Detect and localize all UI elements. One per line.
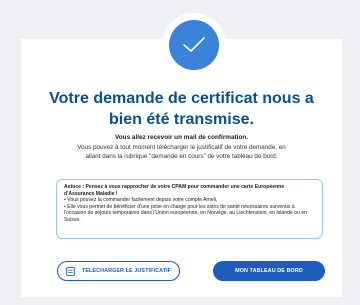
success-badge (169, 20, 219, 70)
tip-title: Astuce : Pensez à vous rapprocher de vot… (64, 184, 285, 197)
description-line-2: allant dans la rubrique "demande en cour… (85, 153, 278, 160)
check-icon (183, 37, 205, 52)
confirmation-subtitle: Vous allez recevoir un mail de confirmat… (114, 134, 249, 141)
download-receipt-label: TELECHARGER LE JUSTIFICATIF (81, 268, 172, 274)
title-line-2: bien été transmise. (109, 111, 254, 128)
page-title: Votre demande de certificat nous a bien … (21, 88, 342, 130)
dashboard-button[interactable]: MON TABLEAU DE BORD (213, 261, 325, 281)
title-line-1: Votre demande de certificat nous a (49, 90, 314, 107)
download-receipt-button[interactable]: TELECHARGER LE JUSTIFICATIF (57, 261, 180, 281)
description-line-1: Vous pouvez à tout moment télécharger le… (77, 144, 286, 151)
confirmation-card (21, 39, 342, 297)
dashboard-label: MON TABLEAU DE BORD (235, 268, 303, 274)
tip-bullet-2: • Elle vous permet de bénéficier d'une p… (64, 203, 307, 223)
tip-box: Astuce : Pensez à vous rapprocher de vot… (56, 179, 323, 239)
confirmation-description: Vous pouvez à tout moment télécharger le… (48, 143, 315, 161)
tip-bullet-1: • Vous pouvez la commander facilement de… (64, 197, 218, 204)
document-icon (66, 266, 75, 276)
